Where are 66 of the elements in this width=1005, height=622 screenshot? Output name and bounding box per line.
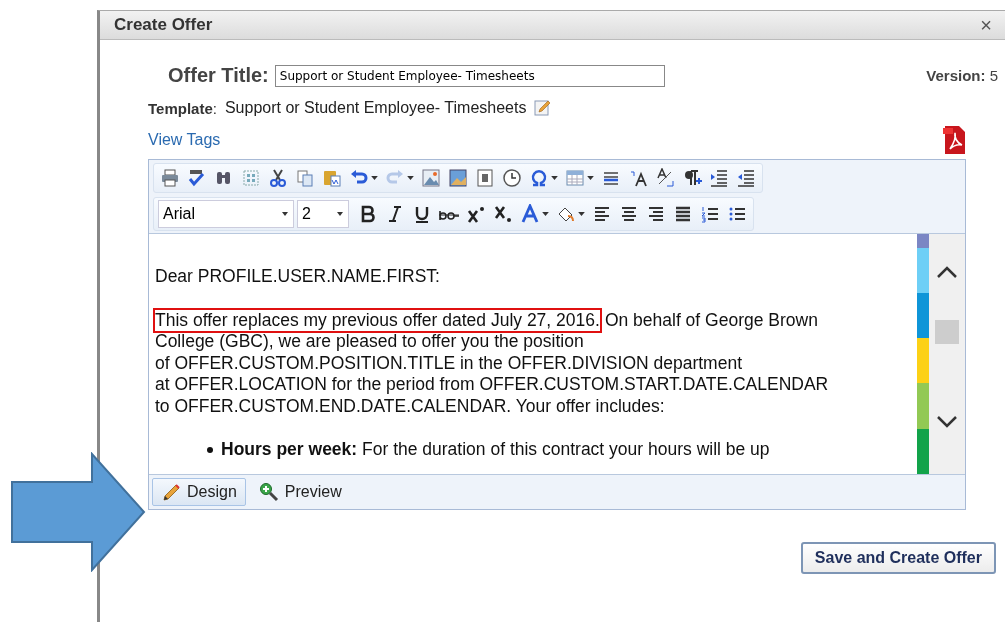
body-text: of OFFER.CUSTOM.POSITION.TITLE in the OFFER.DIVISION department [155, 352, 744, 374]
view-tags-link[interactable]: View Tags [148, 131, 221, 149]
scrollbar[interactable] [929, 234, 965, 474]
justify-icon [673, 204, 693, 224]
superscript-icon [466, 204, 486, 224]
image-icon [421, 168, 441, 188]
version-label: Version: 5 [926, 67, 998, 84]
numbered-list-icon [700, 204, 720, 224]
caret-icon [281, 210, 289, 218]
bullet-icon [207, 446, 213, 453]
preview-tab[interactable]: Preview [249, 478, 351, 506]
pdf-icon[interactable] [942, 125, 968, 155]
pencil-icon [161, 482, 181, 502]
caret-icon [551, 176, 558, 180]
indent-icon [709, 168, 729, 188]
template-name: Support or Student Employee- Timesheets [224, 99, 527, 117]
outdent-icon [736, 168, 756, 188]
design-tab[interactable]: Design [152, 478, 246, 506]
caret-icon [407, 176, 414, 180]
font-dropdown[interactable]: Arial [158, 200, 294, 228]
cut-icon [268, 168, 288, 188]
print-icon [160, 168, 180, 188]
zoom-in-icon [258, 482, 279, 502]
body-text: at OFFER.LOCATION for the period from OFFER.CUSTOM.START.DATE.CALENDAR [155, 374, 830, 396]
template-label: Template: [148, 99, 217, 117]
subscript-icon [493, 204, 513, 224]
caret-icon [542, 212, 549, 216]
body-text: College (GBC), we are pleased to offer you the position [155, 331, 585, 353]
body-text: On behalf of George Brown [604, 309, 818, 331]
close-button[interactable]: × [980, 15, 992, 35]
table-icon [565, 168, 585, 188]
scroll-down-icon[interactable] [935, 414, 959, 430]
lowercase-icon [655, 168, 675, 188]
scroll-up-icon[interactable] [935, 264, 959, 280]
greeting-text: Dear PROFILE.USER.NAME.FIRST: [155, 266, 441, 288]
symbol-icon [529, 168, 549, 188]
align-right-icon [646, 204, 666, 224]
body-text: to OFFER.CUSTOM.END.DATE.CALENDAR. Your offer includes: [155, 395, 666, 417]
offer-title-label: Offer Title: [168, 64, 269, 87]
caret-icon [336, 210, 344, 218]
highlighted-text: This offer replaces my previous offer dated July 27, 2016. [155, 309, 600, 331]
align-left-icon [592, 204, 612, 224]
time-icon [502, 168, 522, 188]
font-color-icon [520, 204, 540, 224]
image-manager-icon [448, 168, 468, 188]
paste-icon [322, 168, 342, 188]
caret-icon [371, 176, 378, 180]
paragraph-icon [682, 168, 702, 188]
size-dropdown[interactable]: 2 [297, 200, 349, 228]
template-icon [475, 168, 495, 188]
align-center-icon [619, 204, 639, 224]
caret-icon [587, 176, 594, 180]
copy-icon [295, 168, 315, 188]
time-button[interactable] [500, 166, 524, 190]
offer-title-field[interactable]: Support or Student Employee- Timesheets [274, 64, 665, 87]
list-item-text: Hours per week: For the duration of this contract your hours will be up [221, 439, 770, 461]
caret-icon [578, 212, 585, 216]
save-and-create-offer-button[interactable]: Save and Create Offer [800, 542, 996, 574]
image-manager-button[interactable] [446, 166, 470, 190]
scroll-thumb[interactable] [935, 320, 959, 344]
edit-icon[interactable] [534, 99, 553, 117]
uppercase-icon [628, 168, 648, 188]
image-button[interactable] [419, 166, 443, 190]
select-all-icon [241, 168, 261, 188]
spellcheck-icon [187, 168, 207, 188]
window-title: Create Offer [114, 15, 213, 35]
